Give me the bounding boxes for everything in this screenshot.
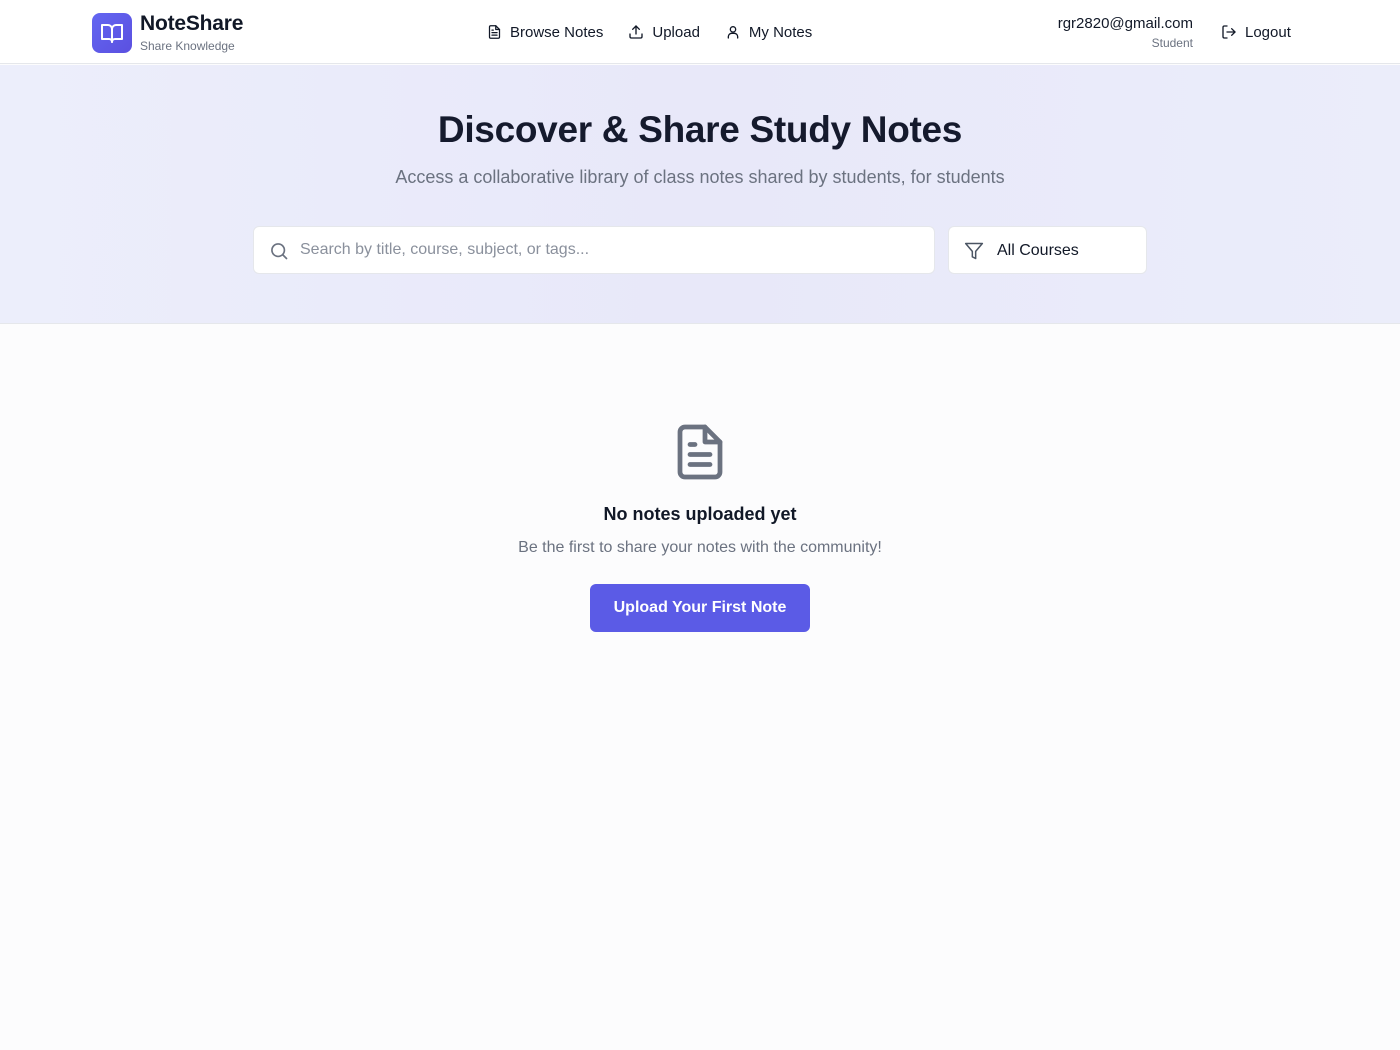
- upload-icon: [629, 25, 644, 39]
- page-subtitle: Access a collaborative library of class …: [395, 167, 1005, 187]
- filter-icon: [964, 242, 984, 260]
- brand-tagline: Share Knowledge: [140, 39, 235, 53]
- open-book-icon: [101, 24, 123, 43]
- brand[interactable]: NoteShare Share Knowledge: [92, 12, 243, 54]
- logout-icon: [1222, 25, 1236, 39]
- search-box: [253, 226, 935, 274]
- course-filter-select[interactable]: All Courses: [948, 226, 1147, 274]
- user-role: Student: [1151, 36, 1193, 50]
- nav-browse-notes-label: Browse Notes: [510, 23, 604, 41]
- logo: [92, 13, 132, 53]
- main-nav: Browse Notes Upload My Notes: [487, 20, 812, 44]
- nav-upload-label: Upload: [652, 23, 700, 41]
- upload-first-note-button[interactable]: Upload Your First Note: [590, 584, 810, 632]
- course-filter-value: All Courses: [997, 242, 1079, 259]
- logout-button[interactable]: Logout: [1221, 20, 1291, 44]
- user-email: rgr2820@gmail.com: [1057, 15, 1193, 32]
- logout-label: Logout: [1245, 23, 1291, 41]
- nav-my-notes[interactable]: My Notes: [725, 20, 812, 44]
- empty-state-message: Be the first to share your notes with th…: [518, 539, 882, 556]
- nav-my-notes-label: My Notes: [748, 23, 813, 41]
- brand-name: NoteShare: [140, 12, 244, 35]
- search-input[interactable]: [300, 227, 920, 273]
- document-icon: [677, 424, 723, 480]
- file-text-icon: [488, 25, 501, 39]
- hero-section: Discover & Share Study Notes Access a co…: [0, 65, 1400, 324]
- empty-state-title: No notes uploaded yet: [603, 504, 797, 524]
- page-title: Discover & Share Study Notes: [437, 109, 963, 150]
- nav-upload[interactable]: Upload: [628, 20, 700, 44]
- nav-browse-notes[interactable]: Browse Notes: [487, 20, 603, 44]
- user-info: rgr2820@gmail.com Student: [1058, 14, 1193, 51]
- top-navbar: NoteShare Share Knowledge Browse Notes U…: [0, 0, 1400, 64]
- user-icon: [727, 26, 739, 39]
- search-icon: [271, 243, 288, 260]
